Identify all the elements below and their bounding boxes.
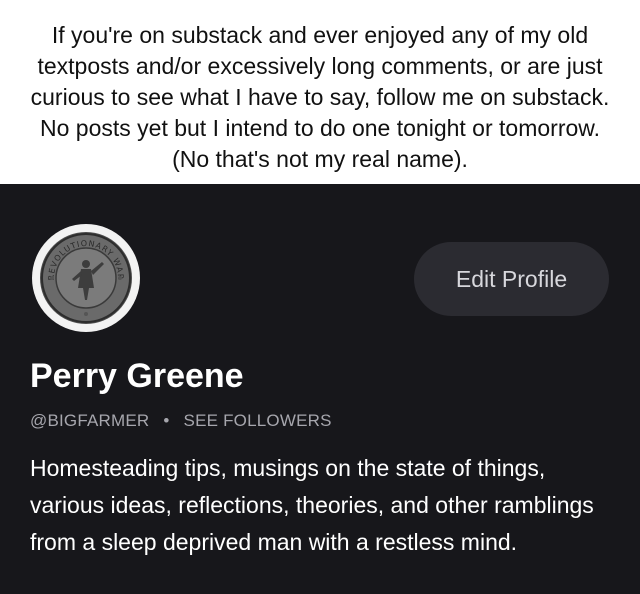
profile-name: Perry Greene — [30, 357, 244, 395]
profile-card: REVOLUTIONARY WAR Edit Profile Perry Gre… — [0, 184, 640, 594]
caption-panel: If you're on substack and ever enjoyed a… — [0, 0, 640, 184]
edit-profile-button[interactable]: Edit Profile — [414, 242, 609, 316]
profile-bio: Homesteading tips, musings on the state … — [30, 455, 594, 555]
profile-meta: @BIGFARMER • SEE FOLLOWERS — [30, 410, 332, 432]
see-followers-link[interactable]: SEE FOLLOWERS — [184, 411, 332, 430]
separator-dot: • — [163, 411, 170, 430]
medal-emblem-icon: REVOLUTIONARY WAR — [34, 226, 138, 330]
caption-text: If you're on substack and ever enjoyed a… — [30, 22, 610, 172]
avatar[interactable]: REVOLUTIONARY WAR — [32, 224, 140, 332]
profile-handle[interactable]: @BIGFARMER — [30, 411, 149, 430]
